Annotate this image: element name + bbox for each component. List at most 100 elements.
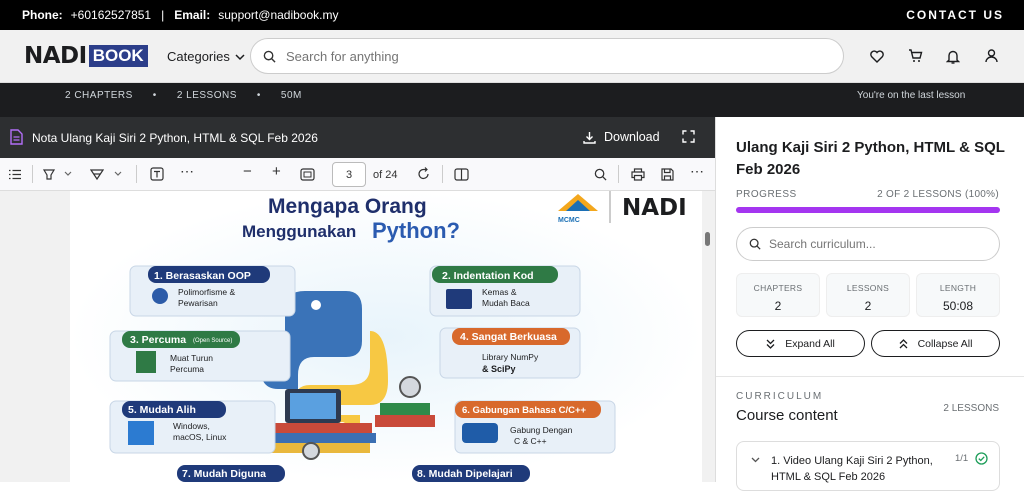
page-view-icon[interactable] <box>454 166 469 182</box>
download-button[interactable]: Download <box>583 130 660 144</box>
download-icon <box>583 131 596 144</box>
section-count: 1/1 <box>955 453 969 464</box>
fullscreen-icon[interactable] <box>682 130 695 143</box>
chevron-down-icon <box>235 53 245 60</box>
chevron-down-icon <box>751 457 760 463</box>
chevron-down-icon[interactable] <box>64 166 72 182</box>
item-portable: 5. Mudah Alih Windows, macOS, Linux <box>109 400 276 454</box>
svg-text:C & C++: C & C++ <box>514 436 547 446</box>
item-oop: 1. Berasaskan OOP Polimorfisme & Pewaris… <box>129 265 296 317</box>
email-address[interactable]: support@nadibook.my <box>218 8 338 22</box>
text-tool-icon[interactable] <box>150 166 164 182</box>
phone-number[interactable]: +60162527851 <box>71 8 151 22</box>
item-powerful: 4. Sangat Berkuasa Library NumPy & SciPy <box>439 327 581 379</box>
svg-text:6. Gabungan Bahasa C/C++: 6. Gabungan Bahasa C/C++ <box>462 405 587 416</box>
top-contact-bar: Phone: +60162527851 | Email: support@nad… <box>0 0 1024 30</box>
pdf-scrollbar[interactable] <box>705 232 710 246</box>
svg-text:Windows,: Windows, <box>173 421 210 431</box>
collapse-all-label: Collapse All <box>917 337 973 350</box>
site-header: NADI BOOK Categories <box>0 30 1024 83</box>
sidebar-toggle-icon[interactable] <box>8 166 22 182</box>
toolbar-divider <box>618 165 619 183</box>
categories-menu[interactable]: Categories <box>167 49 245 64</box>
progress-bar-fill <box>736 207 1000 213</box>
slide-title-line1: Mengapa Orang <box>268 195 427 218</box>
logo-nadi-text: NADI <box>24 43 87 69</box>
svg-text:7. Mudah Diguna: 7. Mudah Diguna <box>182 468 266 480</box>
collapse-all-button[interactable]: Collapse All <box>871 330 1000 357</box>
stat-length: LENGTH 50:08 <box>916 273 1000 317</box>
slide-title-line2: Menggunakan <box>242 222 356 241</box>
rotate-icon[interactable] <box>417 166 431 182</box>
categories-label: Categories <box>167 49 230 64</box>
site-search-box <box>250 38 844 74</box>
more-options-icon[interactable]: ⋯ <box>180 163 194 179</box>
mcmc-logo-text: MCMC <box>558 217 580 224</box>
pdf-toolbar: ⋯ − + 3 of 24 ⋯ <box>0 158 715 191</box>
collapse-icon <box>899 338 908 348</box>
course-sidebar: Ulang Kaji Siri 2 Python, HTML & SQL Feb… <box>715 117 1024 491</box>
phone-label: Phone: <box>22 8 63 22</box>
stat-value: 2 <box>864 299 872 313</box>
svg-text:Mudah Baca: Mudah Baca <box>482 298 530 308</box>
course-stats-bar: 2 CHAPTERS • 2 LESSONS • 50M You're on t… <box>0 83 1024 117</box>
svg-text:5. Mudah Alih: 5. Mudah Alih <box>128 404 196 416</box>
slide-title-python: Python? <box>372 218 460 243</box>
expand-all-button[interactable]: Expand All <box>736 330 865 357</box>
stat-lessons: LESSONS 2 <box>826 273 910 317</box>
zoom-in-icon[interactable]: + <box>272 163 281 180</box>
svg-text:& SciPy: & SciPy <box>482 364 516 374</box>
search-icon <box>263 50 276 63</box>
svg-text:Kemas &: Kemas & <box>482 287 517 297</box>
pdf-title: Nota Ulang Kaji Siri 2 Python, HTML & SQ… <box>32 131 318 145</box>
curriculum-section[interactable]: 1. Video Ulang Kaji Siri 2 Python, HTML … <box>736 441 1000 491</box>
download-label: Download <box>604 130 660 144</box>
nadi-slide-logo: NADI <box>622 195 687 221</box>
curriculum-label: CURRICULUM <box>736 391 824 402</box>
page-count: of 24 <box>373 169 398 181</box>
heart-icon[interactable] <box>868 47 886 65</box>
highlight-icon[interactable] <box>42 166 56 182</box>
pdf-viewer[interactable]: Mengapa Orang Menggunakan Python? MCMC N… <box>0 191 715 482</box>
progress-bar <box>736 207 1000 213</box>
svg-text:4. Sangat Berkuasa: 4. Sangat Berkuasa <box>460 331 557 343</box>
more-options-icon[interactable]: ⋯ <box>690 163 704 179</box>
stat-value: 50:08 <box>942 299 974 313</box>
page-number-input[interactable]: 3 <box>332 162 366 187</box>
progress-text: 2 OF 2 LESSONS (100%) <box>877 189 999 200</box>
zoom-out-icon[interactable]: − <box>243 163 252 180</box>
lesson-status: You're on the last lesson <box>857 90 966 101</box>
svg-text:Percuma: Percuma <box>170 364 204 374</box>
site-search-input[interactable] <box>286 48 786 64</box>
svg-text:(Open Source): (Open Source) <box>193 338 232 344</box>
stat-value: 2 <box>774 299 782 313</box>
draw-icon[interactable] <box>90 166 104 182</box>
svg-text:Polimorfisme &: Polimorfisme & <box>178 287 235 297</box>
chevron-down-icon[interactable] <box>114 166 122 182</box>
sidebar-divider <box>716 376 1024 377</box>
curriculum-search-input[interactable] <box>769 237 969 251</box>
svg-text:8. Mudah Dipelajari: 8. Mudah Dipelajari <box>417 468 513 480</box>
svg-text:3. Percuma: 3. Percuma <box>130 334 186 346</box>
toolbar-divider <box>136 165 137 183</box>
stat-label: LESSONS <box>846 283 890 293</box>
bell-icon[interactable] <box>944 47 962 65</box>
svg-text:Muat Turun: Muat Turun <box>170 353 213 363</box>
save-icon[interactable] <box>661 166 674 182</box>
dot-separator: • <box>256 90 261 101</box>
svg-text:Gabung Dengan: Gabung Dengan <box>510 425 573 435</box>
cart-icon[interactable] <box>906 47 924 65</box>
contact-us-link[interactable]: CONTACT US <box>906 8 1004 22</box>
separator: | <box>161 8 165 22</box>
dot-separator: • <box>152 90 157 101</box>
user-icon[interactable] <box>982 47 1000 65</box>
stat-label: CHAPTERS <box>753 283 803 293</box>
site-logo[interactable]: NADI BOOK <box>24 43 148 69</box>
search-icon <box>749 238 761 250</box>
search-icon[interactable] <box>594 166 607 182</box>
print-icon[interactable] <box>631 166 645 182</box>
stat-chapters: CHAPTERS 2 <box>736 273 820 317</box>
fit-page-icon[interactable] <box>300 166 315 182</box>
lessons-count: 2 LESSONS <box>176 90 237 101</box>
progress-label: PROGRESS <box>736 189 797 200</box>
